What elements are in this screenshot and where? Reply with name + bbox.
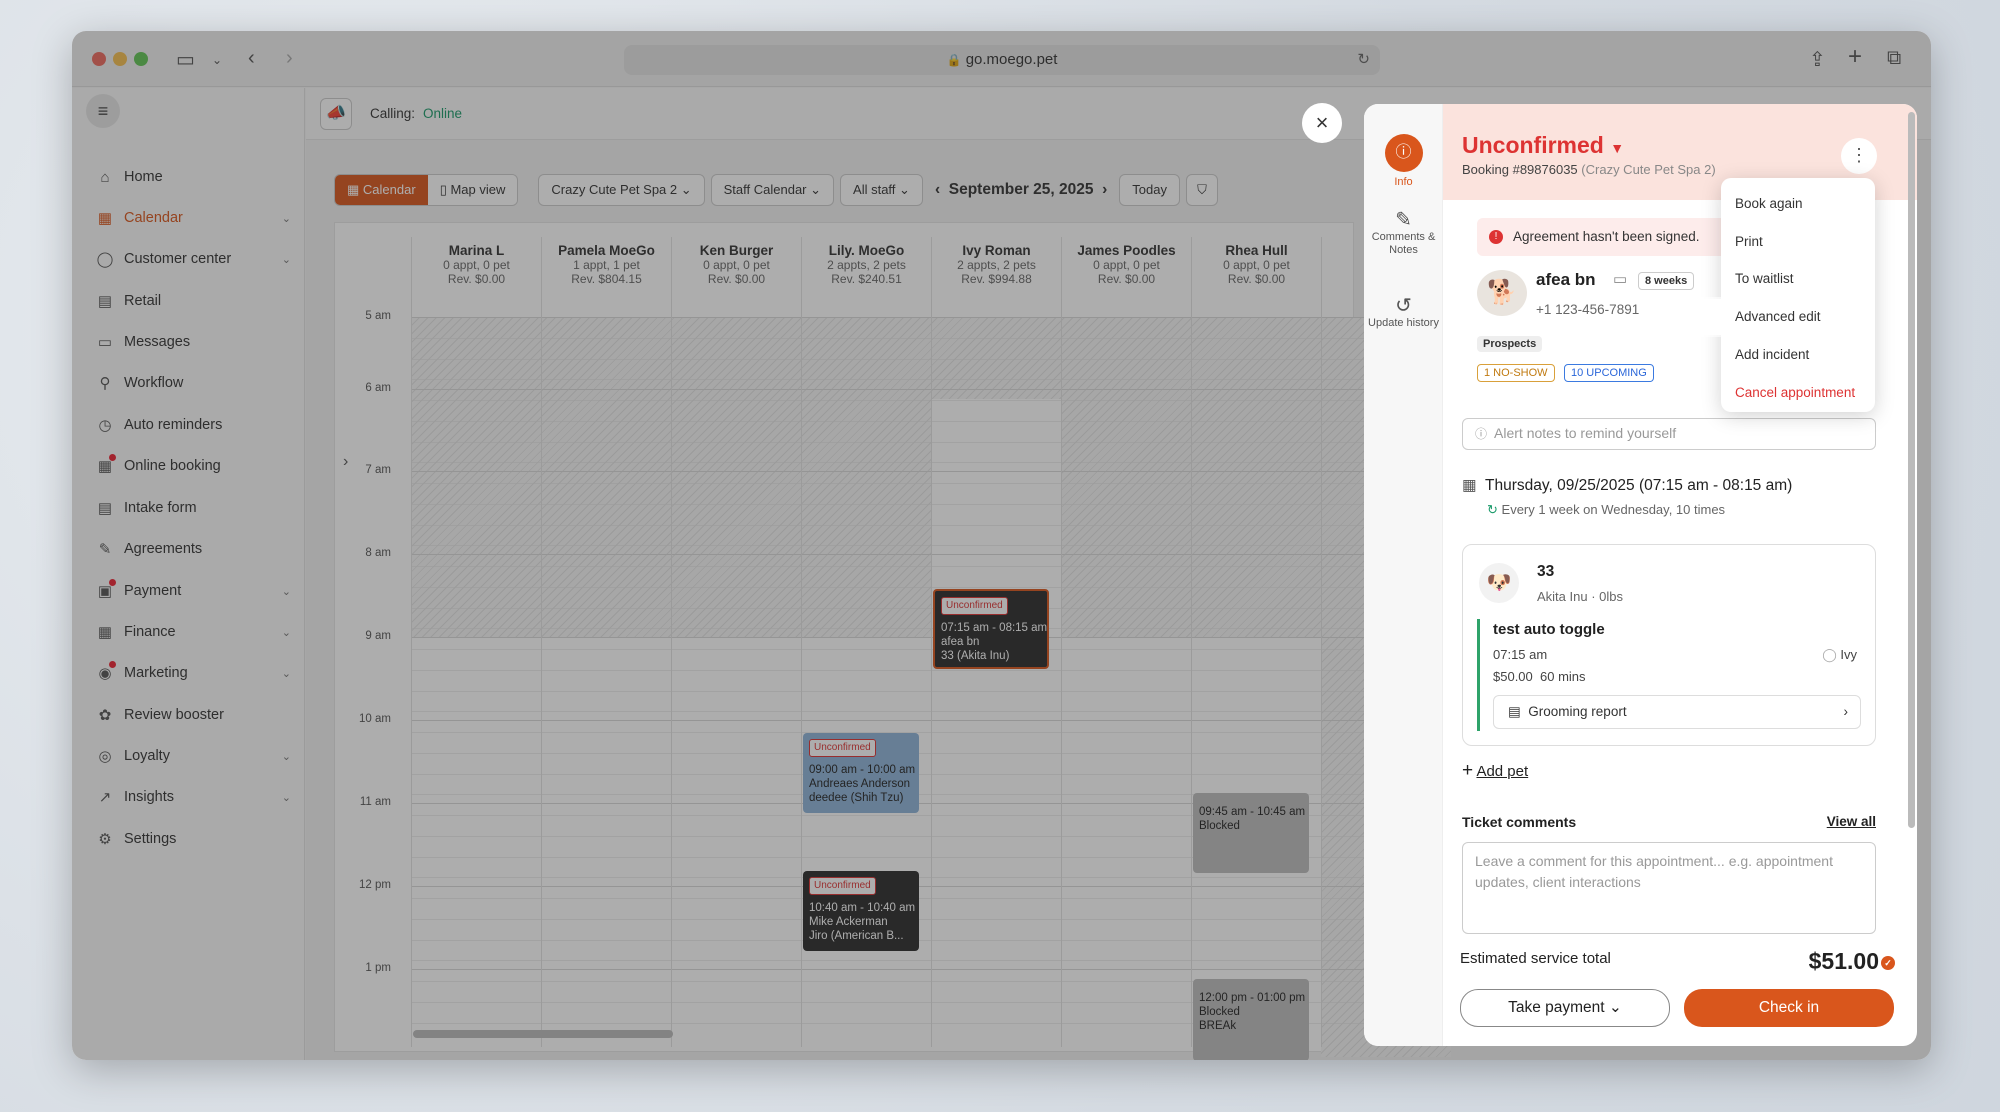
upcoming-badge: 10 UPCOMING — [1564, 364, 1654, 382]
plus-icon: + — [1462, 760, 1474, 781]
menu-item-cancel-appointment[interactable]: Cancel appointment — [1735, 385, 1855, 400]
menu-item-to-waitlist[interactable]: To waitlist — [1735, 271, 1794, 286]
menu-item-add-incident[interactable]: Add incident — [1735, 347, 1809, 362]
repeat-icon: ↻ — [1487, 502, 1498, 517]
drawer-tabs: ⓘ Info ✎ Comments & Notes ↺ Update histo… — [1364, 104, 1443, 1046]
appointment-datetime[interactable]: ▦ Thursday, 09/25/2025 (07:15 am - 08:15… — [1462, 476, 1792, 495]
tab-comments-notes[interactable]: ✎ Comments & Notes — [1364, 209, 1443, 257]
menu-item-book-again[interactable]: Book again — [1735, 196, 1803, 211]
client-name[interactable]: afea bn — [1536, 270, 1596, 290]
client-tag: Prospects — [1477, 336, 1543, 352]
menu-item-print[interactable]: Print — [1735, 234, 1763, 249]
more-options-icon[interactable]: ⋮ — [1841, 138, 1877, 174]
dog-icon: 🐶 — [1479, 563, 1519, 603]
staff-avatar-icon: ◯ — [1822, 647, 1837, 662]
drawer-scrollbar[interactable] — [1908, 112, 1915, 828]
booking-number: Booking #89876035 (Crazy Cute Pet Spa 2) — [1462, 162, 1716, 177]
frequency-tag: 8 weeks — [1638, 272, 1695, 290]
close-drawer-button[interactable]: × — [1302, 103, 1342, 143]
service-staff: ◯ Ivy — [1822, 647, 1857, 662]
more-options-menu — [1721, 178, 1875, 412]
recurring-info: ↻ Every 1 week on Wednesday, 10 times — [1487, 502, 1726, 517]
service-accent-bar — [1477, 619, 1480, 731]
info-dot-icon: ✓ — [1881, 955, 1895, 970]
alert-icon: ! — [1489, 230, 1503, 244]
id-card-icon: ▭ — [1613, 271, 1628, 288]
calendar-small-icon: ▦ — [1462, 477, 1477, 494]
menu-item-advanced-edit[interactable]: Advanced edit — [1735, 309, 1821, 324]
service-name: test auto toggle — [1493, 621, 1605, 638]
status-dropdown[interactable]: Unconfirmed ▼ — [1462, 132, 1624, 159]
pet-name[interactable]: 33 — [1537, 563, 1554, 581]
add-pet-button[interactable]: + Add pet — [1462, 760, 1528, 782]
estimated-total-value: $51.00 ✓ — [1809, 948, 1895, 975]
ticket-comment-input[interactable]: Leave a comment for this appointment... … — [1462, 842, 1876, 934]
noshow-badge: 1 NO-SHOW — [1477, 364, 1555, 382]
service-time: 07:15 am — [1493, 647, 1548, 662]
service-price-duration: $50.00 60 mins — [1493, 669, 1586, 684]
view-all-link[interactable]: View all — [1827, 814, 1876, 829]
pet-service-card: 🐶 33 Akita Inu · 0lbs test auto toggle 0… — [1462, 544, 1876, 746]
info-small-icon: ⓘ — [1475, 427, 1488, 441]
estimated-total-label: Estimated service total — [1460, 950, 1611, 967]
check-in-button[interactable]: Check in — [1684, 989, 1894, 1027]
ticket-comments-title: Ticket comments — [1462, 814, 1577, 830]
caret-down-icon: ▼ — [1610, 140, 1625, 156]
grooming-report-button[interactable]: ▤ Grooming report › — [1493, 695, 1861, 729]
alert-notes-input[interactable]: ⓘ Alert notes to remind yourself — [1462, 418, 1876, 450]
client-phone: +1 123-456-7891 — [1536, 302, 1640, 317]
info-icon: ⓘ — [1384, 134, 1423, 172]
report-icon: ▤ — [1508, 704, 1521, 719]
pet-breed: Akita Inu · 0lbs — [1537, 589, 1623, 604]
pet-avatar: 🐕 — [1477, 270, 1527, 316]
take-payment-button[interactable]: Take payment ⌄ — [1460, 989, 1670, 1027]
tab-info[interactable]: ⓘ Info — [1364, 134, 1443, 189]
notes-icon: ✎ — [1395, 209, 1412, 231]
tab-update-history[interactable]: ↺ Update history — [1364, 295, 1443, 330]
chevron-right-icon: › — [1843, 704, 1849, 719]
history-icon: ↺ — [1395, 295, 1412, 317]
